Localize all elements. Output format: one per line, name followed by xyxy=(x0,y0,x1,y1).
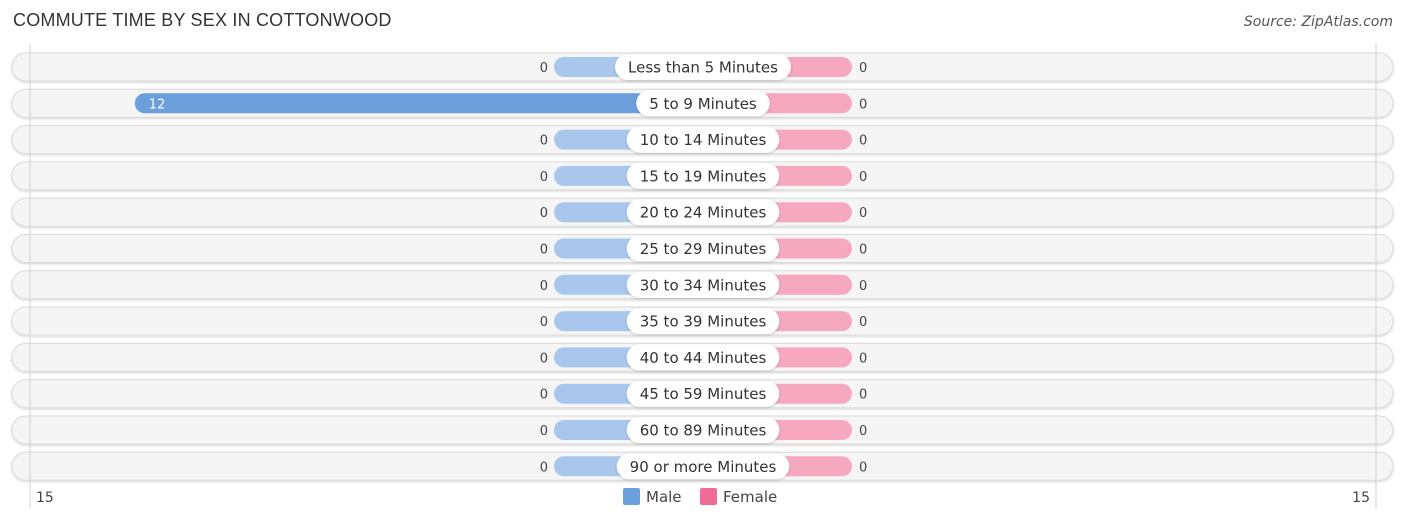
rows-group xyxy=(11,52,1394,481)
legend-swatch-male xyxy=(623,488,640,505)
value-label-female: 0 xyxy=(859,315,867,330)
axis-tick-left: 15 xyxy=(36,490,54,506)
bar-male[interactable] xyxy=(134,93,714,114)
category-label: 40 to 44 Minutes xyxy=(640,349,767,367)
value-label-female: 0 xyxy=(859,170,867,185)
value-label-male: 0 xyxy=(540,279,548,294)
category-label: 5 to 9 Minutes xyxy=(649,95,757,113)
category-label: 25 to 29 Minutes xyxy=(640,240,767,258)
category-label: 60 to 89 Minutes xyxy=(640,422,767,440)
value-label-male: 0 xyxy=(540,315,548,330)
value-label-female: 0 xyxy=(859,97,867,112)
legend-swatch-female xyxy=(700,488,717,505)
value-label-male: 0 xyxy=(540,134,548,149)
category-label: Less than 5 Minutes xyxy=(628,59,778,77)
category-label: 35 to 39 Minutes xyxy=(640,313,767,331)
value-label-female: 0 xyxy=(859,279,867,294)
value-label-female: 0 xyxy=(859,460,867,475)
legend: Male Female xyxy=(623,488,777,506)
category-label: 15 to 19 Minutes xyxy=(640,167,767,185)
value-label-female: 0 xyxy=(859,134,867,149)
legend-label-female: Female xyxy=(723,488,777,506)
value-label-female: 0 xyxy=(859,243,867,258)
value-label-male: 0 xyxy=(540,460,548,475)
category-label: 20 to 24 Minutes xyxy=(640,204,767,222)
category-label: 45 to 59 Minutes xyxy=(640,385,767,403)
chart-canvas: Less than 5 Minutes 0 0 5 to 9 Minutes 12 0 10… xyxy=(11,44,1394,508)
value-label-male: 0 xyxy=(540,243,548,258)
value-label-female: 0 xyxy=(859,351,867,366)
value-label-male: 0 xyxy=(540,351,548,366)
value-label-male: 0 xyxy=(540,424,548,439)
value-label-male: 0 xyxy=(540,388,548,403)
value-label-female: 0 xyxy=(859,424,867,439)
axis-tick-right: 15 xyxy=(1352,490,1370,506)
value-label-male: 0 xyxy=(540,170,548,185)
value-label-male: 0 xyxy=(540,61,548,76)
category-label: 90 or more Minutes xyxy=(630,458,777,476)
value-label-female: 0 xyxy=(859,206,867,221)
legend-label-male: Male xyxy=(646,488,682,506)
value-label-female: 0 xyxy=(859,388,867,403)
value-label-male: 0 xyxy=(540,206,548,221)
value-label-female: 0 xyxy=(859,61,867,76)
category-label: 30 to 34 Minutes xyxy=(640,276,767,294)
value-label-male: 12 xyxy=(149,97,166,112)
category-label: 10 to 14 Minutes xyxy=(640,131,767,149)
